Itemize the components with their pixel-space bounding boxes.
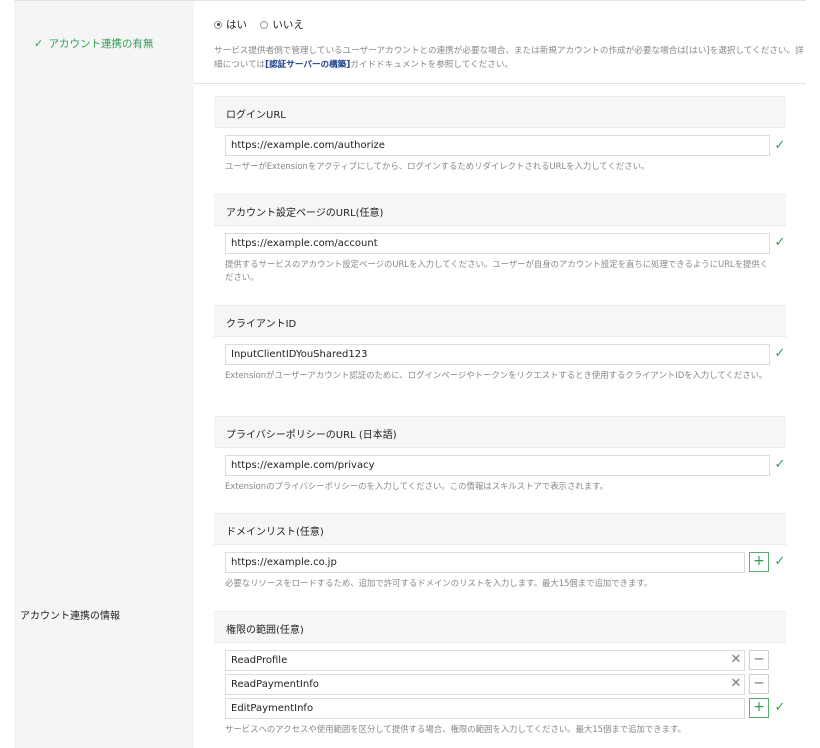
domain-list-help: 必要なリソースをロードするため、追加で許可するドメインのリストを入力します。最大…	[225, 578, 653, 588]
scope-input-read-profile[interactable]: ReadProfile	[225, 650, 745, 671]
login-url-valid-icon: ✓	[774, 138, 786, 153]
radio-no[interactable]: いいえ	[260, 17, 304, 32]
clear-icon[interactable]: ✕	[729, 677, 743, 691]
privacy-url-valid-icon: ✓	[774, 457, 786, 472]
radio-no-dot[interactable]	[260, 20, 269, 29]
account-info-label: アカウント連携の情報	[20, 611, 120, 622]
client-id-input[interactable]: InputClientIDYouShared123	[225, 344, 770, 365]
account-link-row: ✓ アカウント連携の有無 はい いいえ サービス提供者側で管理しているユーザーア…	[14, 0, 806, 84]
account-info-label-cell	[14, 83, 194, 748]
account-link-radio-group: はい いいえ	[214, 17, 314, 32]
minus-icon: −	[753, 652, 765, 667]
login-url-header: ログインURL	[214, 96, 786, 128]
auth-server-guide-link[interactable]: [認証サーバーの構築]	[265, 60, 350, 70]
plus-icon: +	[753, 699, 765, 715]
account-settings-url-valid-icon: ✓	[774, 235, 786, 250]
login-url-help: ユーザーがExtensionをアクティブにしてから、ログインするためリダイレクト…	[225, 161, 650, 171]
radio-yes-dot[interactable]	[214, 20, 222, 29]
privacy-url-help: Extensionのプライバシーポリシーのを入力してください。この情報はスキルス…	[225, 481, 608, 491]
login-url-input[interactable]: https://example.com/authorize	[225, 135, 770, 156]
client-id-header: クライアントID	[214, 305, 786, 337]
account-link-description: サービス提供者側で管理しているユーザーアカウントとの連携が必要な場合、または新規…	[214, 46, 804, 70]
scope-input-edit-payment-info[interactable]: EditPaymentInfo	[225, 698, 745, 719]
remove-scope-button[interactable]: −	[749, 674, 769, 694]
remove-scope-button[interactable]: −	[749, 650, 769, 670]
privacy-url-input[interactable]: https://example.com/privacy	[225, 455, 770, 476]
domain-list-input[interactable]: https://example.co.jp	[225, 552, 745, 573]
domain-list-valid-icon: ✓	[774, 554, 786, 569]
scopes-header: 権限の範囲(任意)	[214, 611, 786, 643]
clear-icon[interactable]: ✕	[729, 653, 743, 667]
plus-icon: +	[753, 553, 765, 569]
add-domain-button[interactable]: +	[749, 552, 769, 572]
account-settings-url-input[interactable]: https://example.com/account	[225, 233, 770, 254]
account-settings-url-header: アカウント設定ページのURL(任意)	[214, 194, 786, 226]
scopes-valid-icon: ✓	[774, 700, 786, 715]
domain-list-header: ドメインリスト(任意)	[214, 513, 786, 545]
scope-input-read-payment-info[interactable]: ReadPaymentInfo	[225, 674, 745, 695]
scopes-help: サービスへのアクセスや使用範囲を区分して提供する場合、権限の範囲を入力してくださ…	[225, 724, 686, 734]
account-link-label: ✓ アカウント連携の有無	[34, 37, 154, 50]
check-icon: ✓	[34, 37, 44, 50]
client-id-valid-icon: ✓	[774, 346, 786, 361]
privacy-url-header: プライバシーポリシーのURL (日本語)	[214, 416, 786, 448]
account-settings-url-help: 提供するサービスのアカウント設定ページのURLを入力してください。ユーザーが自身…	[225, 259, 769, 282]
add-scope-button[interactable]: +	[749, 698, 769, 718]
client-id-help: Extensionがユーザーアカウント認証のために、ログインページやトークンをリ…	[225, 370, 768, 380]
radio-yes[interactable]: はい	[214, 17, 247, 32]
minus-icon: −	[753, 676, 765, 691]
